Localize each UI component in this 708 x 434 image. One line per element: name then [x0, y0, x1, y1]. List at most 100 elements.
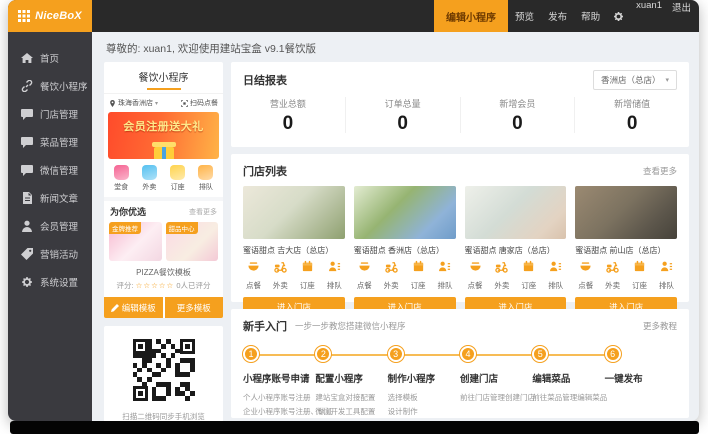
stores-more-link[interactable]: 查看更多 [643, 165, 677, 177]
image-tag: 甜品中心 [166, 222, 198, 234]
preview-location-row: 珠海香洲店 ▾ 扫码点餐 [104, 93, 223, 111]
document-icon [21, 192, 33, 204]
member-gift-banner[interactable]: 会员注册送大礼 [108, 112, 219, 159]
sidebar-item-5[interactable]: 微信管理 [8, 156, 92, 184]
step-item-link[interactable]: 设计制作 [388, 405, 460, 418]
step-item-link[interactable]: 前往门店管理创建门店 [460, 391, 532, 405]
preview-category-3[interactable]: 订座 [170, 165, 185, 192]
screenshot-stage: NiceBoX 编辑小程序 预览发布帮助 xuan1 退出 首页餐饮小程序门店管… [0, 0, 708, 434]
sidebar-item-label: 首页 [40, 51, 59, 65]
dessert-image[interactable]: 金牌推荐 [109, 222, 162, 261]
step-title: 配置小程序 [315, 371, 387, 385]
queue-people-icon [328, 260, 341, 278]
guide-step-5: 5编辑菜品前往菜品管理编辑菜品 [532, 346, 604, 418]
sidebar-item-6[interactable]: 新闻文章 [8, 184, 92, 212]
sidebar-item-8[interactable]: 营销活动 [8, 240, 92, 268]
guide-timeline: 1小程序账号申请个人小程序账号注册企业小程序账号注册、认证微信公众号注册、认证小… [243, 346, 677, 418]
store-action-delivery-scooter[interactable]: 外卖 [494, 260, 509, 291]
store-location-label: 珠海香洲店 [118, 98, 153, 108]
store-action-delivery-scooter[interactable]: 外卖 [384, 260, 399, 291]
topbar-help-link[interactable]: 帮助 [574, 9, 607, 23]
sidebar-item-7[interactable]: 会员管理 [8, 212, 92, 240]
step-item-link[interactable]: 个人小程序账号注册 [243, 391, 315, 405]
store-photo[interactable] [575, 186, 677, 239]
sidebar-item-label: 会员管理 [40, 219, 78, 233]
step-items: 个人小程序账号注册企业小程序账号注册、认证微信公众号注册、认证小程序 [243, 391, 315, 418]
store-action-reserve-seat[interactable]: 订座 [632, 260, 647, 291]
step-title: 小程序账号申请 [243, 371, 315, 385]
reserve-seat-icon [633, 260, 646, 278]
dessert-image[interactable]: 甜品中心 [166, 222, 219, 261]
topbar-preview-link[interactable]: 预览 [508, 9, 541, 23]
window-bottom-edge [10, 421, 699, 434]
store-action-queue-people[interactable]: 排队 [659, 260, 674, 291]
chat-bubble-icon [21, 164, 33, 176]
scan-order-link[interactable]: 扫码点餐 [181, 98, 218, 108]
sidebar-item-3[interactable]: 门店管理 [8, 100, 92, 128]
preview-category-4[interactable]: 排队 [198, 165, 213, 192]
store-list-card: 门店列表 查看更多 蜜语甜点 吉大店（总店）点餐外卖订座排队进入门店蜜语甜点 香… [231, 154, 689, 302]
guide-step-1: 1小程序账号申请个人小程序账号注册企业小程序账号注册、认证微信公众号注册、认证小… [243, 346, 315, 418]
store-action-order-plate[interactable]: 点餐 [246, 260, 261, 291]
more-templates-button[interactable]: 更多模板 [165, 297, 224, 318]
store-action-queue-people[interactable]: 排队 [548, 260, 563, 291]
report-title: 日结报表 [243, 72, 287, 88]
store-action-queue-people[interactable]: 排队 [437, 260, 452, 291]
main-content: 尊敬的: xuan1, 欢迎使用建站宝盒 v9.1餐饮版 餐饮小程序 珠海香洲店… [92, 32, 699, 421]
sidebar-item-1[interactable]: 首页 [8, 44, 92, 72]
daily-report-card: 日结报表 香洲店（总店） ▾ 营业总额0订单总量0新增会员0新增储值0 [231, 62, 689, 147]
preview-title-underline [147, 88, 181, 90]
store-action-label: 点餐 [357, 280, 372, 291]
store-action-reserve-seat[interactable]: 订座 [411, 260, 426, 291]
picks-more-link[interactable]: 查看更多 [189, 207, 217, 217]
preview-category-2[interactable]: 外卖 [142, 165, 157, 192]
app-logo[interactable]: NiceBoX [8, 0, 92, 32]
store-actions: 点餐 外卖订座排队 [354, 260, 456, 291]
store-photo[interactable] [243, 186, 345, 239]
rating-stars[interactable]: ☆☆☆☆☆ [136, 281, 175, 290]
store-action-delivery-scooter[interactable]: 外卖 [605, 260, 620, 291]
sidebar-item-9[interactable]: 系统设置 [8, 268, 92, 296]
stat-value: 0 [461, 114, 575, 133]
step-item-link[interactable]: 建站宝盒对接配置 [315, 391, 387, 405]
step-item-link[interactable]: 企业小程序账号注册、认证 [243, 405, 315, 418]
category-cup-icon [142, 165, 157, 180]
username[interactable]: xuan1 [630, 0, 668, 32]
location-pin-icon [109, 100, 116, 107]
store-action-reserve-seat[interactable]: 订座 [521, 260, 536, 291]
banner-title: 会员注册送大礼 [108, 118, 219, 134]
step-items: 建站宝盒对接配置微信开发工具配置 [315, 391, 387, 418]
step-item-link[interactable]: 前往菜品管理编辑菜品 [532, 391, 604, 405]
sidebar-item-4[interactable]: 菜品管理 [8, 128, 92, 156]
step-item-link[interactable]: 微信开发工具配置 [315, 405, 387, 418]
store-action-queue-people[interactable]: 排队 [327, 260, 342, 291]
store-filter-dropdown[interactable]: 香洲店（总店） ▾ [593, 70, 677, 90]
store-action-label: 外卖 [494, 280, 509, 291]
step-item-link[interactable]: 选择模板 [388, 391, 460, 405]
guide-more-link[interactable]: 更多教程 [643, 320, 677, 332]
store-action-reserve-seat[interactable]: 订座 [300, 260, 315, 291]
category-label: 订座 [171, 182, 185, 192]
store-action-order-plate[interactable]: 点餐 [468, 260, 483, 291]
preview-category-1[interactable]: 堂食 [114, 165, 129, 192]
store-action-order-plate[interactable]: 点餐 [357, 260, 372, 291]
edit-template-button[interactable]: 编辑模板 [104, 297, 163, 318]
store-photo[interactable] [465, 186, 567, 239]
settings-gear-icon[interactable] [607, 0, 630, 32]
store-photo[interactable] [354, 186, 456, 239]
store-location-selector[interactable]: 珠海香洲店 ▾ [109, 98, 158, 108]
topbar-publish-link[interactable]: 发布 [541, 9, 574, 23]
logout-link[interactable]: 退出 [668, 0, 699, 32]
template-buttons: 编辑模板 更多模板 [104, 297, 223, 318]
stat-value: 0 [231, 114, 345, 133]
user-icon [21, 220, 33, 232]
store-action-delivery-scooter[interactable]: 外卖 [273, 260, 288, 291]
edit-miniprogram-button[interactable]: 编辑小程序 [434, 0, 508, 32]
pencil-icon [111, 304, 119, 312]
store-action-order-plate[interactable]: 点餐 [578, 260, 593, 291]
report-stat-3: 新增会员0 [460, 97, 575, 133]
sidebar-item-2[interactable]: 餐饮小程序 [8, 72, 92, 100]
app-window: NiceBoX 编辑小程序 预览发布帮助 xuan1 退出 首页餐饮小程序门店管… [8, 0, 699, 421]
guide-step-6: 6一键发布 [605, 346, 677, 418]
stores-grid: 蜜语甜点 吉大店（总店）点餐外卖订座排队进入门店蜜语甜点 香洲店（总店）点餐外卖… [231, 179, 689, 316]
